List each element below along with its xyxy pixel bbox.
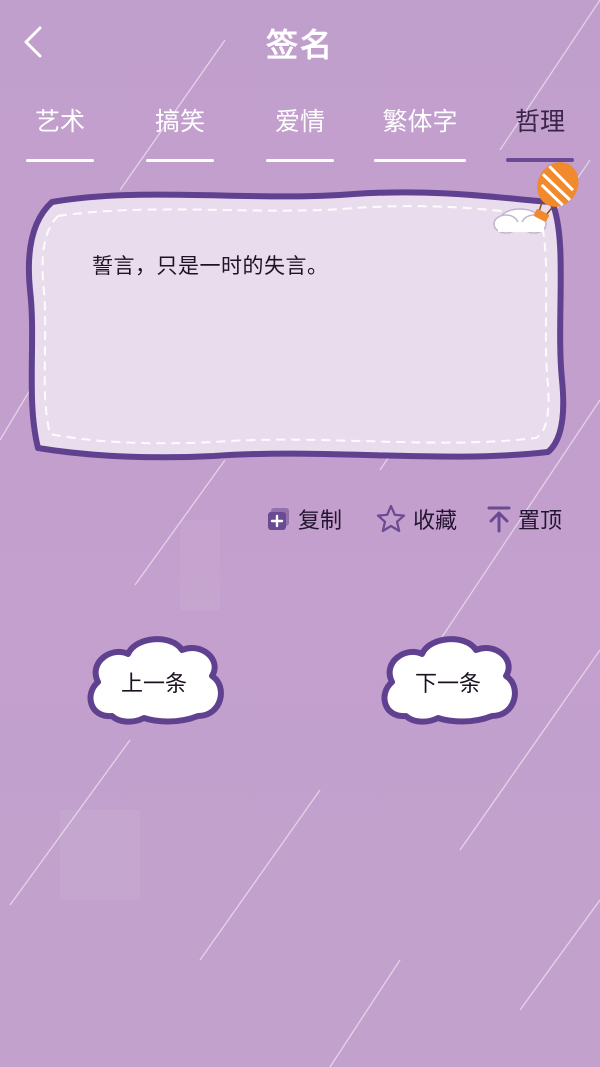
star-icon [376, 504, 406, 533]
tab-underline [146, 159, 214, 162]
tab-underline [26, 159, 94, 162]
favorite-button[interactable]: 收藏 [375, 500, 457, 538]
next-label: 下一条 [414, 672, 481, 697]
tab-label: 爱情 [274, 107, 325, 136]
tab-love[interactable]: 爱情 [266, 100, 334, 164]
pin-top-label: 置顶 [518, 509, 563, 534]
action-bar: 复制 收藏 置顶 [0, 500, 600, 540]
previous-button[interactable]: 上一条 [82, 632, 226, 728]
copy-icon [268, 508, 289, 530]
signature-card [24, 162, 579, 470]
pin-top-icon [487, 506, 511, 533]
tab-label: 繁体字 [382, 107, 458, 136]
app-header: 签名 [0, 0, 600, 88]
tab-label: 艺术 [34, 107, 85, 136]
tab-underline [266, 159, 334, 162]
next-button[interactable]: 下一条 [376, 632, 520, 728]
tab-philosophy[interactable]: 哲理 [506, 100, 574, 164]
tab-label: 哲理 [514, 107, 565, 136]
copy-label: 复制 [298, 509, 343, 534]
tab-art[interactable]: 艺术 [26, 100, 94, 164]
tab-funny[interactable]: 搞笑 [146, 100, 214, 164]
copy-button[interactable]: 复制 [266, 500, 342, 538]
hot-air-balloon-icon [493, 162, 579, 234]
category-tabs: 艺术 搞笑 爱情 繁体字 哲理 [0, 100, 600, 166]
tab-traditional[interactable]: 繁体字 [374, 100, 466, 164]
signature-text: 誓言，只是一时的失言。 [92, 254, 329, 278]
tab-underline [374, 159, 466, 162]
page-title: 签名 [265, 26, 334, 64]
favorite-label: 收藏 [413, 509, 458, 534]
previous-label: 上一条 [120, 672, 187, 697]
pin-top-button[interactable]: 置顶 [486, 500, 562, 538]
tab-label: 搞笑 [154, 107, 205, 136]
